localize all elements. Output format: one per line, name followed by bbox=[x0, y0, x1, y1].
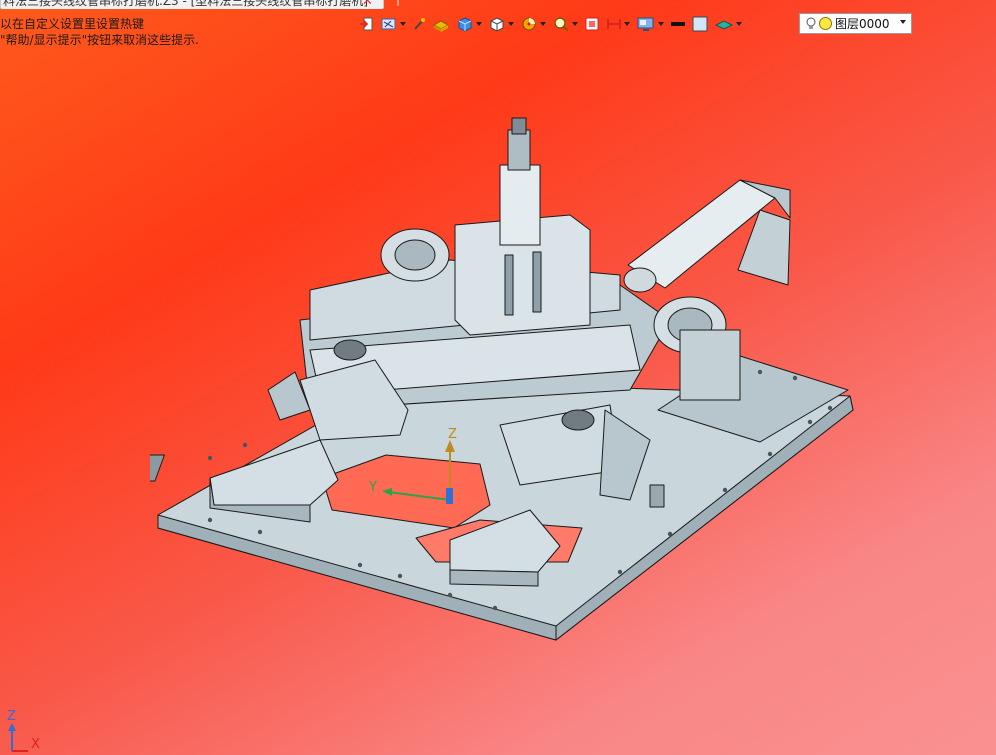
model-axis-z-label: Z bbox=[448, 427, 457, 442]
hint-line-2: "帮助/显示提示"按钮来取消这些提示. bbox=[0, 33, 199, 47]
line-color-button[interactable] bbox=[668, 13, 688, 35]
exit-button[interactable] bbox=[356, 13, 376, 35]
lightbulb-icon bbox=[806, 17, 816, 29]
axis-x-label: X bbox=[31, 737, 40, 752]
solid-icon bbox=[432, 20, 450, 32]
layer-color-icon bbox=[819, 17, 832, 30]
cube-blue-icon bbox=[458, 17, 472, 32]
pick-icon bbox=[414, 18, 425, 30]
layer-dropdown[interactable]: 图层0000 bbox=[799, 13, 912, 34]
render-mode-button[interactable] bbox=[518, 13, 548, 35]
tab-add-icon[interactable]: | bbox=[396, 0, 400, 6]
graphics-viewport[interactable]: 料法三接头线纹管串标打磨机.Z3 - [型料法三接头线纹管串标打磨机] ✕ | … bbox=[0, 0, 996, 755]
chevron-down-icon bbox=[900, 20, 906, 24]
zoom-icon bbox=[554, 17, 569, 32]
view-triad: Z X bbox=[0, 705, 60, 755]
exit-icon bbox=[360, 17, 373, 31]
surface-icon bbox=[714, 20, 734, 30]
view-toolbar bbox=[356, 12, 796, 36]
document-tab[interactable]: 料法三接头线纹管串标打磨机.Z3 - [型料法三接头线纹管串标打磨机] bbox=[0, 0, 384, 9]
face-color-icon bbox=[692, 16, 708, 32]
select-filter-button[interactable] bbox=[378, 13, 408, 35]
document-tab-strip: 料法三接头线纹管串标打磨机.Z3 - [型料法三接头线纹管串标打磨机] ✕ | bbox=[0, 0, 400, 9]
model-axis-y-label: Y bbox=[369, 480, 377, 495]
layer-name: 图层0000 bbox=[835, 17, 890, 31]
cube-white-icon bbox=[490, 17, 504, 32]
pick-button[interactable] bbox=[410, 13, 428, 35]
shaded-button[interactable] bbox=[454, 13, 484, 35]
surface-style-button[interactable] bbox=[712, 13, 744, 35]
render-icon bbox=[522, 17, 536, 31]
tab-close-icon[interactable]: ✕ bbox=[362, 0, 373, 9]
section-view-button[interactable] bbox=[604, 13, 632, 35]
hint-line-1: 以在自定义设置里设置热键 bbox=[0, 17, 145, 31]
fit-icon bbox=[585, 17, 599, 31]
section-icon bbox=[607, 19, 621, 29]
fit-view-button[interactable] bbox=[582, 13, 602, 35]
axis-z-label: Z bbox=[7, 709, 16, 724]
view-cube-button[interactable] bbox=[486, 13, 516, 35]
assembly-model[interactable] bbox=[150, 110, 860, 650]
monitor-icon bbox=[637, 17, 654, 31]
document-tab-title: 料法三接头线纹管串标打磨机.Z3 - [型料法三接头线纹管串标打磨机] bbox=[3, 0, 368, 8]
filter-icon bbox=[381, 18, 396, 30]
display-settings-button[interactable] bbox=[634, 13, 666, 35]
line-color-icon bbox=[671, 22, 685, 26]
zoom-button[interactable] bbox=[550, 13, 580, 35]
solid-display-button[interactable] bbox=[430, 13, 452, 35]
face-color-button[interactable] bbox=[690, 13, 710, 35]
